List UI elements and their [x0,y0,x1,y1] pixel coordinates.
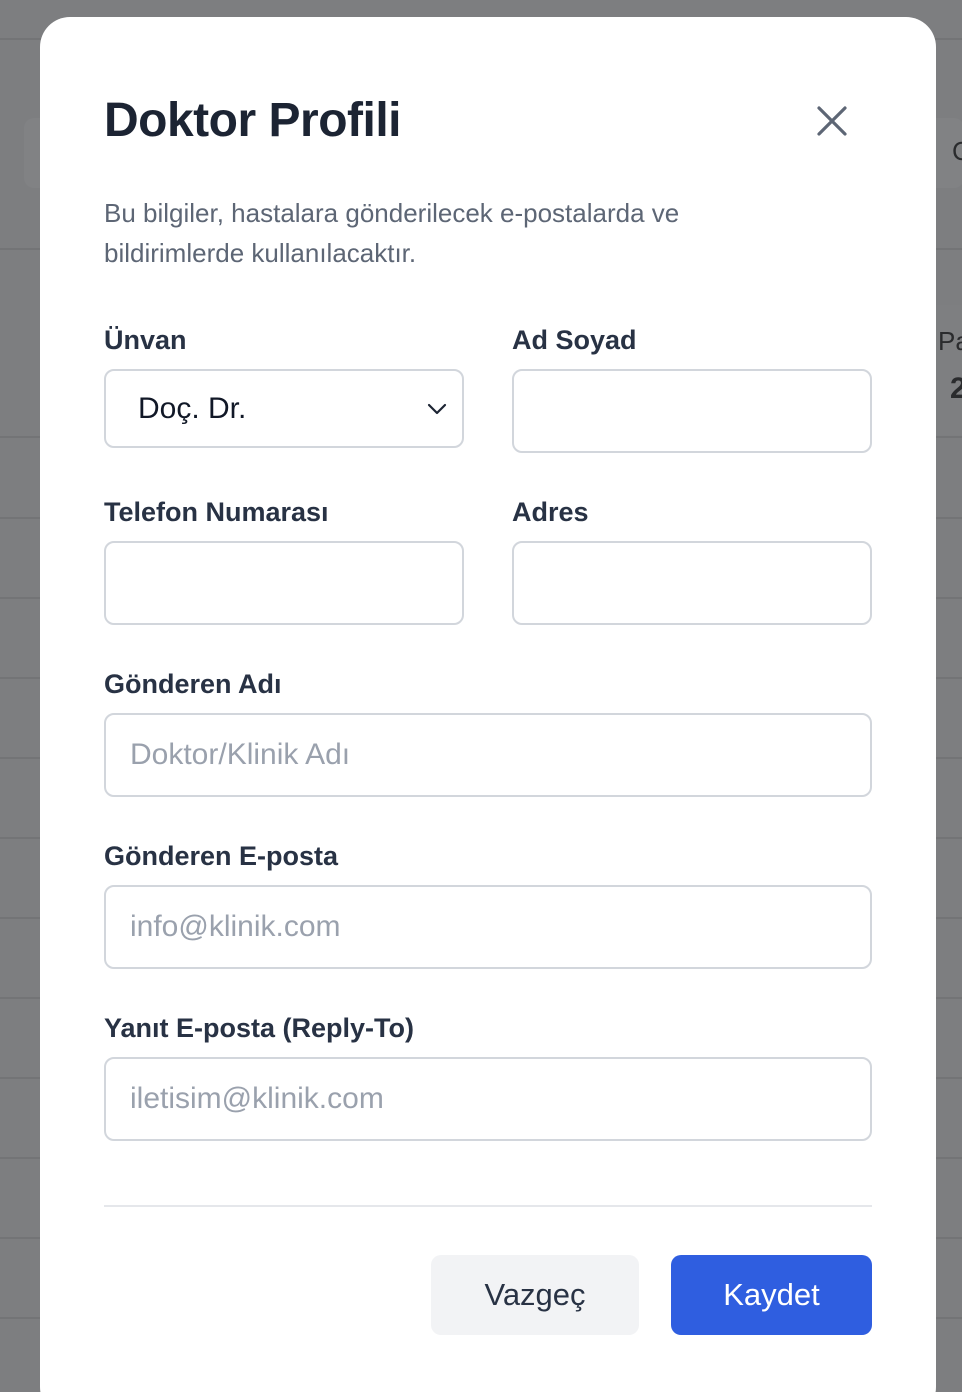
fullname-label: Ad Soyad [512,325,637,355]
title-label: Ünvan [104,325,187,355]
cancel-button[interactable]: Vazgeç [431,1255,639,1335]
phone-label: Telefon Numarası [104,497,329,527]
sender-name-field [104,713,872,797]
reply-to-input[interactable] [106,1059,870,1139]
doctor-profile-modal: Doktor Profili Bu bilgiler, hastalara gö… [40,17,936,1392]
close-button[interactable] [808,97,856,145]
reply-to-label: Yanıt E-posta (Reply-To) [104,1013,415,1043]
footer-divider [104,1205,872,1207]
sender-email-input[interactable] [106,887,870,967]
background-peek-letter: C [952,136,962,166]
background-peek-value: 2 [950,372,962,405]
save-button[interactable]: Kaydet [671,1255,872,1335]
sender-email-field [104,885,872,969]
title-select-value: Doç. Dr. [138,391,247,425]
title-select[interactable]: Doç. Dr. [104,369,464,448]
address-field [512,541,872,625]
sender-email-label: Gönderen E-posta [104,841,339,871]
phone-input[interactable] [106,543,462,623]
modal-description: Bu bilgiler, hastalara gönderilecek e-po… [104,198,680,268]
fullname-input[interactable] [514,371,870,451]
reply-to-field [104,1057,872,1141]
address-input[interactable] [514,543,870,623]
sender-name-label: Gönderen Adı [104,669,282,699]
modal-title: Doktor Profili [104,94,402,147]
address-label: Adres [512,497,589,527]
close-icon [817,106,847,136]
chevron-down-icon [427,403,447,414]
sender-name-input[interactable] [106,715,870,795]
background-peek-label: Pa [938,326,962,356]
fullname-field [512,369,872,453]
phone-field [104,541,464,625]
